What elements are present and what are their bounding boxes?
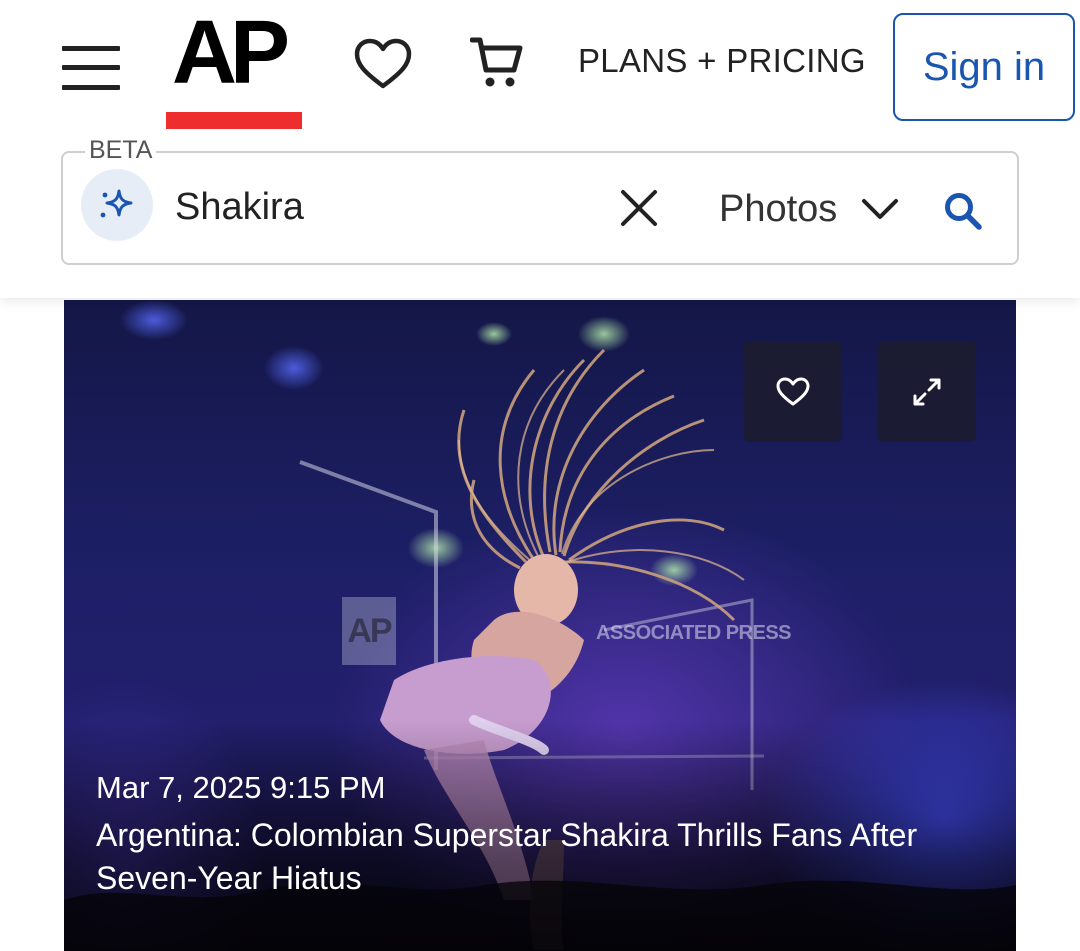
search-icon[interactable] [943,191,983,231]
plans-pricing-link[interactable]: PLANS + PRICING [578,42,866,80]
content-type-label: Photos [719,187,838,230]
favorite-photo-button[interactable] [744,341,842,442]
associated-press-watermark: ASSOCIATED PRESS [596,622,792,644]
sign-in-button[interactable]: Sign in [893,13,1075,121]
chevron-down-icon [862,199,899,219]
ap-watermark-logo: AP [342,597,396,665]
heart-icon [776,377,810,405]
content-type-dropdown[interactable]: Photos [719,183,899,235]
search-bar: BETA Photos [61,136,1019,265]
ap-logo[interactable]: AP [166,3,302,130]
site-header: AP PLANS + PRICING Sign in BETA Photos [0,0,1080,298]
beta-label: BETA [85,136,157,165]
heart-icon[interactable] [354,38,412,90]
ai-search-badge [81,169,153,241]
expand-icon [913,378,941,405]
photo-date: Mar 7, 2025 9:15 PM [96,770,386,805]
logo-underline [166,112,302,129]
cart-icon[interactable] [470,34,524,92]
logo-text: AP [172,3,290,103]
close-icon[interactable] [620,189,658,227]
hamburger-menu-icon[interactable] [62,44,120,92]
sparkle-icon [100,189,133,218]
photo-result-card[interactable]: AP ASSOCIATED PRESS Mar 7, 2025 9:15 PM … [64,300,1016,951]
photo-title[interactable]: Argentina: Colombian Superstar Shakira T… [96,814,976,900]
search-input[interactable] [175,181,575,233]
expand-photo-button[interactable] [878,341,976,442]
